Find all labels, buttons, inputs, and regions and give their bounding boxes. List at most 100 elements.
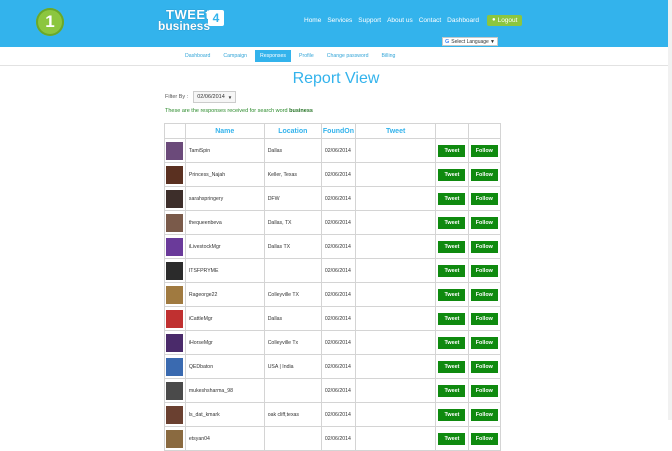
follow-button[interactable]: Follow (470, 408, 498, 421)
top-bar: 1 TWEEt business 4 Home Services Support… (0, 0, 672, 47)
step-badge: 1 (36, 8, 64, 36)
found-on-cell: 02/06/2014 (320, 210, 357, 235)
tweet-button[interactable]: Tweet (438, 288, 466, 301)
tweet-button[interactable]: Tweet (438, 432, 466, 445)
table-row: TamiSpin Dallas 02/06/2014 Tweet Follow (164, 138, 502, 163)
name-cell: Princess_Najah (184, 162, 265, 187)
follow-button[interactable]: Follow (470, 168, 498, 181)
table-row: QEDbaton USA | India 02/06/2014 Tweet Follow (164, 354, 502, 379)
tab-dashboard[interactable]: Dashboard (180, 50, 215, 62)
tweet-button[interactable]: Tweet (438, 264, 466, 277)
tab-responses[interactable]: Responses (255, 50, 291, 62)
avatar[interactable] (166, 285, 183, 304)
tweet-action-cell: Tweet (435, 186, 469, 211)
nav-dashboard[interactable]: Dashboard (447, 17, 479, 24)
found-on-cell: 02/06/2014 (320, 378, 357, 403)
header-tweet-action (435, 123, 469, 139)
tab-billing[interactable]: Billing (377, 50, 401, 62)
tweet-action-cell: Tweet (435, 234, 469, 259)
location-cell: Dallas (263, 306, 322, 331)
tweet-button[interactable]: Tweet (438, 216, 466, 229)
follow-button[interactable]: Follow (470, 432, 498, 445)
found-on-cell: 02/06/2014 (320, 186, 357, 211)
tweet-action-cell: Tweet (435, 138, 469, 163)
tweet-cell (355, 162, 437, 187)
avatar-cell (164, 258, 186, 283)
follow-button[interactable]: Follow (470, 312, 498, 325)
tweet-button[interactable]: Tweet (438, 312, 466, 325)
avatar[interactable] (166, 333, 183, 352)
name-cell: Rageorge22 (184, 282, 265, 307)
date-filter-select[interactable]: 02/06/2014 ▼ (193, 91, 237, 103)
tweet-button[interactable]: Tweet (438, 384, 466, 397)
avatar[interactable] (166, 405, 183, 424)
found-on-cell: 02/06/2014 (320, 426, 357, 451)
tweet-cell (355, 330, 437, 355)
tweet-action-cell: Tweet (435, 210, 469, 235)
tweet-action-cell: Tweet (435, 306, 469, 331)
follow-button[interactable]: Follow (470, 144, 498, 157)
follow-button[interactable]: Follow (470, 360, 498, 373)
follow-button[interactable]: Follow (470, 216, 498, 229)
follow-button[interactable]: Follow (470, 264, 498, 277)
found-on-cell: 02/06/2014 (320, 330, 357, 355)
avatar[interactable] (166, 237, 183, 256)
name-cell: iCattleMgr (184, 306, 265, 331)
tweet-action-cell: Tweet (435, 258, 469, 283)
avatar[interactable] (166, 189, 183, 208)
avatar[interactable] (166, 165, 183, 184)
location-cell: Dallas, TX (263, 210, 322, 235)
table-row: ITSFPRYME 02/06/2014 Tweet Follow (164, 258, 502, 283)
avatar-cell (164, 402, 186, 427)
name-cell: thequeenbeva (184, 210, 265, 235)
tweet-button[interactable]: Tweet (438, 192, 466, 205)
avatar[interactable] (166, 213, 183, 232)
avatar[interactable] (166, 141, 183, 160)
found-on-cell: 02/06/2014 (320, 306, 357, 331)
nav-contact[interactable]: Contact (419, 17, 441, 24)
tab-campaign[interactable]: Campaign (218, 50, 252, 62)
table-row: iHorseMgr Colleyville Tx 02/06/2014 Tweet Fo… (164, 330, 502, 355)
scrollbar[interactable] (668, 0, 672, 420)
tweet-button[interactable]: Tweet (438, 408, 466, 421)
avatar[interactable] (166, 357, 183, 376)
table-row: iCattleMgr Dallas 02/06/2014 Tweet Follow (164, 306, 502, 331)
tweet-button[interactable]: Tweet (438, 144, 466, 157)
location-cell: Colleyville TX (263, 282, 322, 307)
avatar-cell (164, 354, 186, 379)
follow-button[interactable]: Follow (470, 336, 498, 349)
follow-action-cell: Follow (467, 306, 502, 331)
header-tweet: Tweet (355, 123, 437, 139)
sub-navigation: Dashboard Campaign Responses Profile Cha… (0, 47, 672, 66)
language-select[interactable]: G Select Language ▼ (442, 37, 498, 46)
tweet4business-logo[interactable]: TWEEt business 4 (158, 8, 226, 34)
avatar[interactable] (166, 309, 183, 328)
tweet-button[interactable]: Tweet (438, 240, 466, 253)
follow-button[interactable]: Follow (470, 240, 498, 253)
follow-button[interactable]: Follow (470, 288, 498, 301)
avatar-cell (164, 378, 186, 403)
follow-button[interactable]: Follow (470, 384, 498, 397)
avatar-cell (164, 306, 186, 331)
follow-button[interactable]: Follow (470, 192, 498, 205)
avatar-cell (164, 210, 186, 235)
avatar[interactable] (166, 381, 183, 400)
follow-action-cell: Follow (467, 330, 502, 355)
nav-home[interactable]: Home (304, 17, 321, 24)
tab-change-password[interactable]: Change password (322, 50, 374, 62)
nav-services[interactable]: Services (327, 17, 352, 24)
search-note-text: These are the responses received for sea… (165, 108, 288, 114)
avatar[interactable] (166, 429, 183, 448)
top-navigation: Home Services Support About us Contact D… (304, 14, 523, 26)
tab-profile[interactable]: Profile (294, 50, 319, 62)
follow-action-cell: Follow (467, 210, 502, 235)
tweet-action-cell: Tweet (435, 282, 469, 307)
nav-support[interactable]: Support (358, 17, 381, 24)
avatar-cell (164, 282, 186, 307)
avatar[interactable] (166, 261, 183, 280)
logout-button[interactable]: ● Logout (486, 14, 523, 26)
tweet-button[interactable]: Tweet (438, 336, 466, 349)
tweet-button[interactable]: Tweet (438, 360, 466, 373)
nav-about-us[interactable]: About us (387, 17, 413, 24)
tweet-button[interactable]: Tweet (438, 168, 466, 181)
